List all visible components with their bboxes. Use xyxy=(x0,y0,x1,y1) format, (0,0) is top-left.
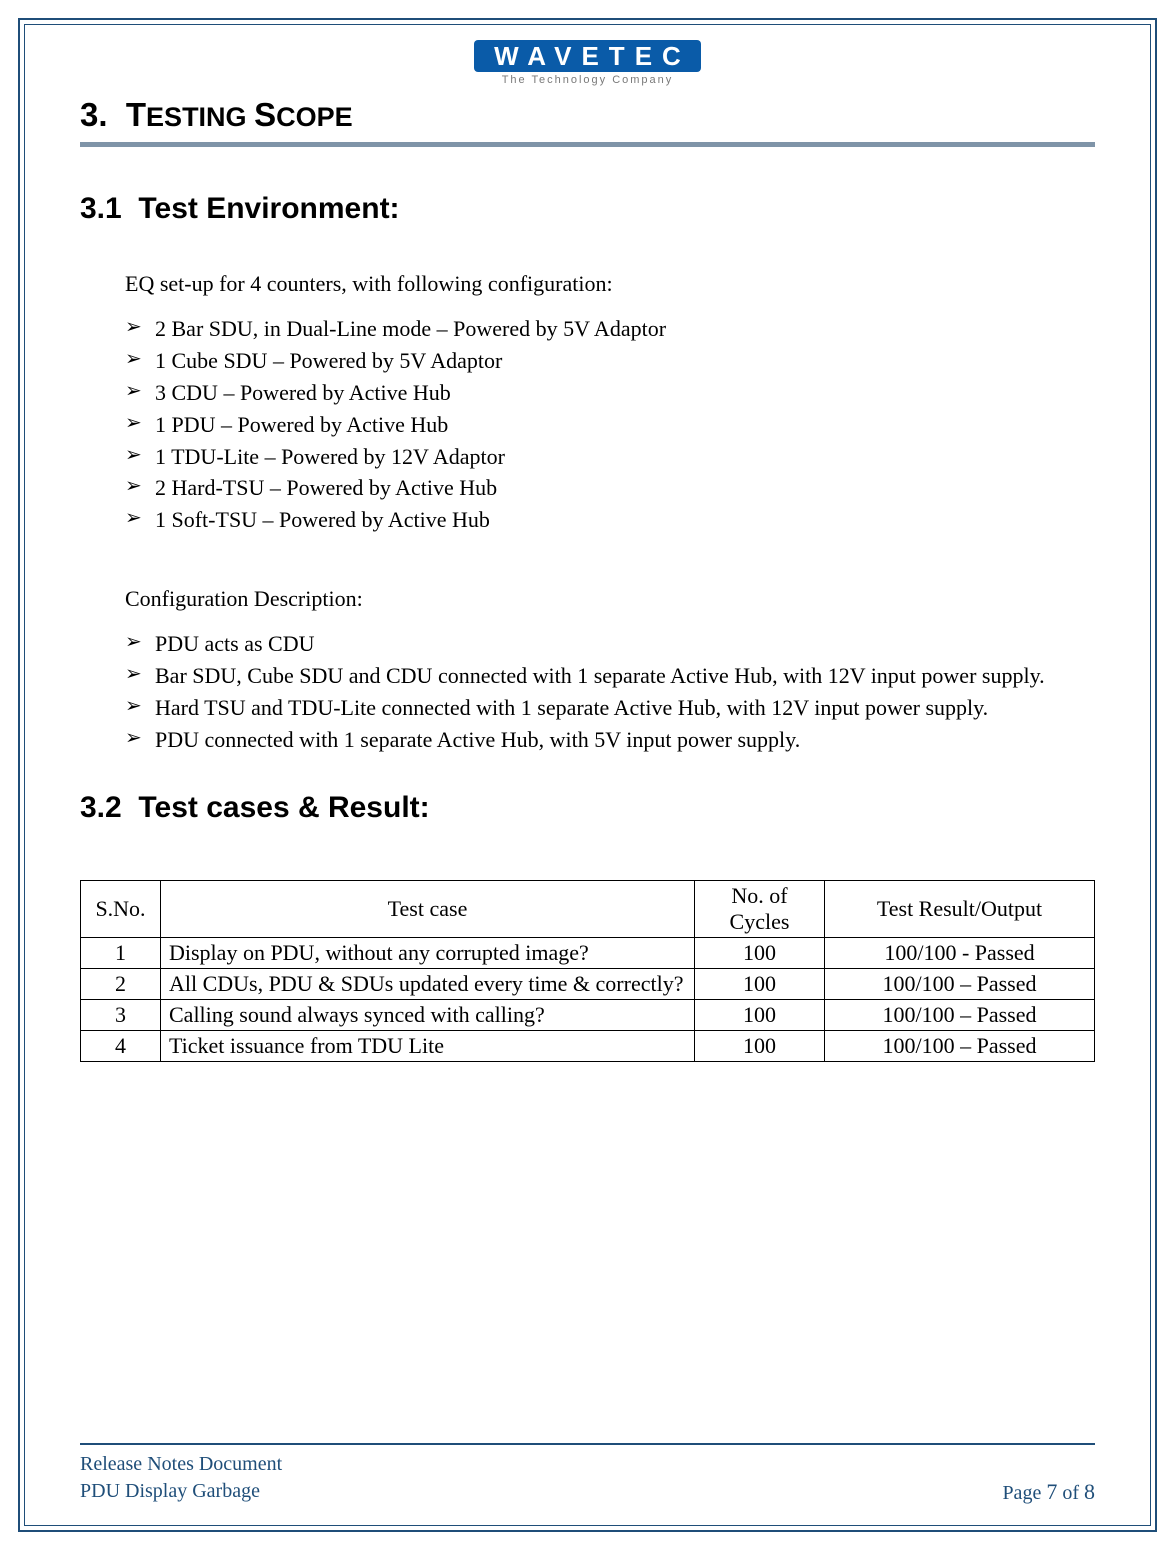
subsection-2-number: 3.2 xyxy=(80,791,122,824)
config-list: PDU acts as CDU Bar SDU, Cube SDU and CD… xyxy=(125,628,1095,756)
subsection-1-title: Test Environment: xyxy=(138,192,399,225)
cell-case: Calling sound always synced with calling… xyxy=(161,999,695,1030)
logo: WAVETEC The Technology Company xyxy=(474,40,701,86)
page-total: 8 xyxy=(1084,1479,1095,1504)
env-block: EQ set-up for 4 counters, with following… xyxy=(125,271,1095,791)
subsection-2-heading: 3.2 Test cases & Result: xyxy=(80,791,1095,825)
list-item: 1 TDU-Lite – Powered by 12V Adaptor xyxy=(125,441,1095,473)
header: WAVETEC The Technology Company xyxy=(80,35,1095,88)
config-intro: Configuration Description: xyxy=(125,586,1095,612)
cell-cycles: 100 xyxy=(695,999,825,1030)
cell-sno: 1 xyxy=(81,937,161,968)
subsection-1-heading: 3.1 Test Environment: xyxy=(80,192,1095,226)
section-title-part-1: ESTING xyxy=(146,102,254,132)
cell-result: 100/100 – Passed xyxy=(825,999,1095,1030)
col-testcase: Test case xyxy=(161,880,695,937)
list-item: PDU connected with 1 separate Active Hub… xyxy=(125,724,1095,756)
footer-rule xyxy=(80,1443,1095,1445)
logo-tagline: The Technology Company xyxy=(474,74,701,86)
cell-result: 100/100 – Passed xyxy=(825,968,1095,999)
list-item: 1 Cube SDU – Powered by 5V Adaptor xyxy=(125,345,1095,377)
list-item: 2 Bar SDU, in Dual-Line mode – Powered b… xyxy=(125,313,1095,345)
footer-left: Release Notes Document PDU Display Garba… xyxy=(80,1451,282,1505)
cell-cycles: 100 xyxy=(695,968,825,999)
footer-right: Page 7 of 8 xyxy=(1002,1479,1095,1505)
subsection-1-number: 3.1 xyxy=(80,192,122,225)
list-item: Hard TSU and TDU-Lite connected with 1 s… xyxy=(125,692,1095,724)
cell-cycles: 100 xyxy=(695,937,825,968)
list-item: 1 PDU – Powered by Active Hub xyxy=(125,409,1095,441)
list-item: 3 CDU – Powered by Active Hub xyxy=(125,377,1095,409)
subsection-2-title: Test cases & Result: xyxy=(138,791,429,824)
section-heading: 3. TESTING SCOPE xyxy=(80,96,1095,134)
cell-case: Display on PDU, without any corrupted im… xyxy=(161,937,695,968)
section-number: 3. xyxy=(80,96,108,133)
cell-sno: 2 xyxy=(81,968,161,999)
section-title-part-2: S xyxy=(254,96,276,133)
footer: Release Notes Document PDU Display Garba… xyxy=(80,1443,1095,1525)
list-item: 2 Hard-TSU – Powered by Active Hub xyxy=(125,472,1095,504)
table-row: 4 Ticket issuance from TDU Lite 100 100/… xyxy=(81,1030,1095,1061)
cell-result: 100/100 - Passed xyxy=(825,937,1095,968)
env-intro: EQ set-up for 4 counters, with following… xyxy=(125,271,1095,297)
cell-case: All CDUs, PDU & SDUs updated every time … xyxy=(161,968,695,999)
section-title-part-3: COPE xyxy=(276,102,353,132)
col-result: Test Result/Output xyxy=(825,880,1095,937)
cell-sno: 4 xyxy=(81,1030,161,1061)
table-row: 3 Calling sound always synced with calli… xyxy=(81,999,1095,1030)
cell-case: Ticket issuance from TDU Lite xyxy=(161,1030,695,1061)
table-row: 2 All CDUs, PDU & SDUs updated every tim… xyxy=(81,968,1095,999)
col-sno: S.No. xyxy=(81,880,161,937)
list-item: 1 Soft-TSU – Powered by Active Hub xyxy=(125,504,1095,536)
section-title-part-0: T xyxy=(126,96,146,133)
footer-line-2: PDU Display Garbage xyxy=(80,1478,282,1505)
table-row: 1 Display on PDU, without any corrupted … xyxy=(81,937,1095,968)
results-table: S.No. Test case No. of Cycles Test Resul… xyxy=(80,880,1095,1062)
page-label-pre: Page xyxy=(1002,1482,1046,1504)
list-item: Bar SDU, Cube SDU and CDU connected with… xyxy=(125,660,1095,692)
page-of: of xyxy=(1057,1482,1084,1504)
cell-sno: 3 xyxy=(81,999,161,1030)
col-cycles: No. of Cycles xyxy=(695,880,825,937)
cell-result: 100/100 – Passed xyxy=(825,1030,1095,1061)
table-header-row: S.No. Test case No. of Cycles Test Resul… xyxy=(81,880,1095,937)
logo-text: WAVETEC xyxy=(474,40,701,72)
env-list: 2 Bar SDU, in Dual-Line mode – Powered b… xyxy=(125,313,1095,536)
footer-line-1: Release Notes Document xyxy=(80,1451,282,1478)
section-rule xyxy=(80,142,1095,147)
list-item: PDU acts as CDU xyxy=(125,628,1095,660)
page-number: 7 xyxy=(1046,1479,1057,1504)
page-content: WAVETEC The Technology Company 3. TESTIN… xyxy=(24,24,1151,1526)
cell-cycles: 100 xyxy=(695,1030,825,1061)
